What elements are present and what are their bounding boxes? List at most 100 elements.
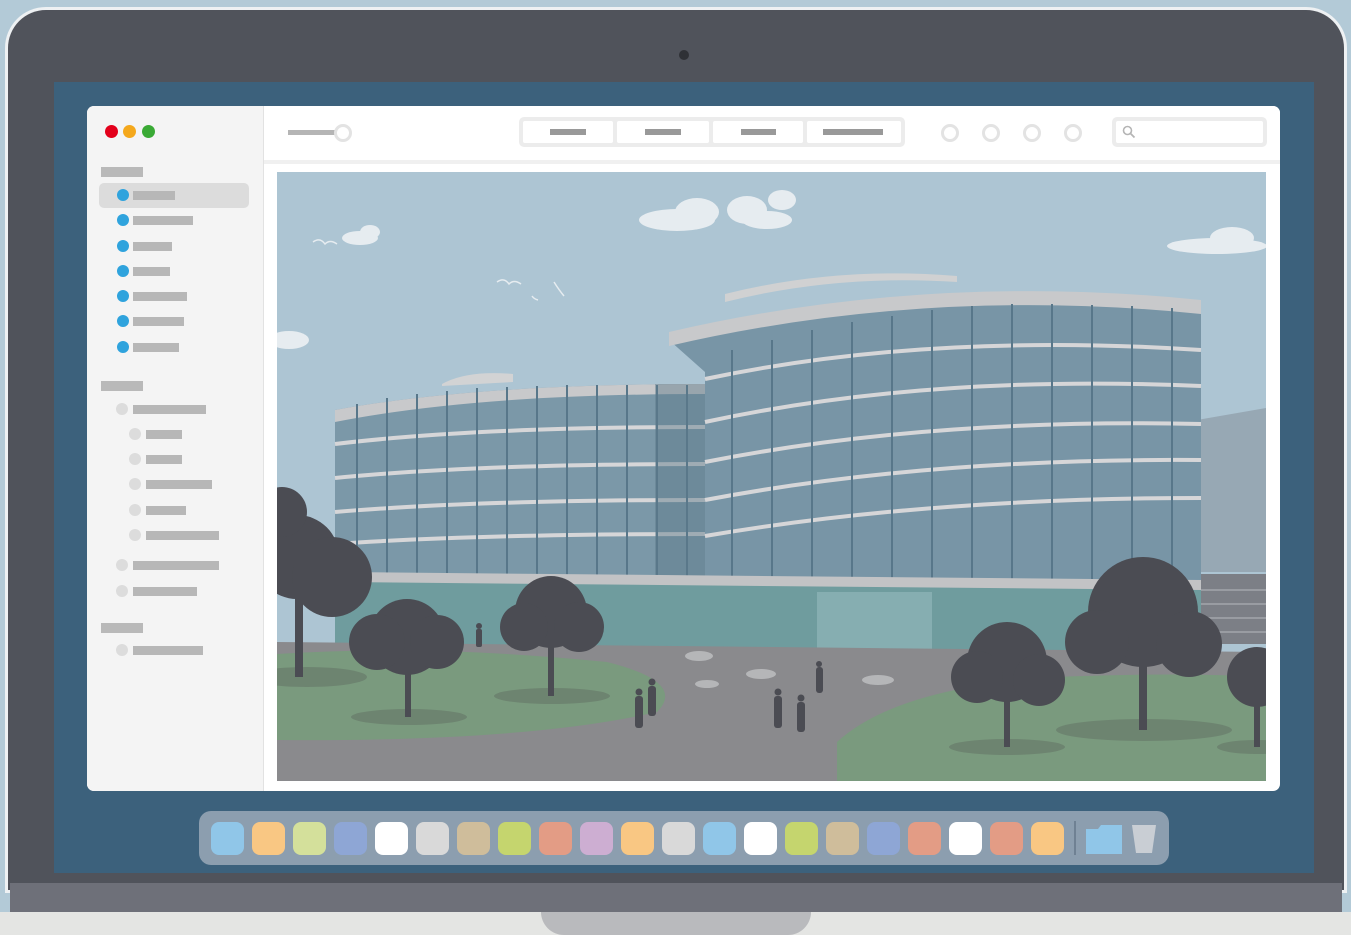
search-field[interactable] <box>1112 117 1267 147</box>
sidebar-item-label <box>146 455 182 464</box>
search-icon <box>1122 125 1136 139</box>
view-segment[interactable] <box>807 121 901 143</box>
dock-app-icon[interactable] <box>949 822 982 855</box>
dock-app-icon[interactable] <box>703 822 736 855</box>
folder-dot-icon <box>117 315 129 327</box>
dock-app-icon[interactable] <box>580 822 613 855</box>
sidebar-item[interactable] <box>99 183 249 208</box>
folder-dot-icon <box>117 341 129 353</box>
sidebar-item-label <box>133 343 179 352</box>
dock-app-icon[interactable] <box>990 822 1023 855</box>
laptop-base <box>10 883 1342 915</box>
view-segment-label <box>645 129 681 135</box>
view-segment[interactable] <box>713 121 803 143</box>
sidebar-item[interactable] <box>99 259 249 284</box>
dock-app-icon[interactable] <box>867 822 900 855</box>
sidebar-item-label <box>133 317 184 326</box>
view-segment-label <box>741 129 776 135</box>
folder-dot-icon <box>129 529 141 541</box>
dock-app-icon[interactable] <box>908 822 941 855</box>
toolbar-round-button[interactable] <box>941 124 959 142</box>
search-input[interactable] <box>1116 121 1263 143</box>
close-button[interactable] <box>105 125 118 138</box>
dock-separator <box>1074 821 1076 855</box>
folder-dot-icon <box>117 189 129 201</box>
toolbar <box>264 106 1280 164</box>
sidebar-item[interactable] <box>99 498 249 523</box>
sidebar-item[interactable] <box>99 335 249 360</box>
view-segment-label <box>823 129 883 135</box>
sidebar-item-label <box>133 561 219 570</box>
toolbar-round-button[interactable] <box>1064 124 1082 142</box>
sidebar-item-label <box>133 216 193 225</box>
sidebar-item[interactable] <box>99 447 249 472</box>
sidebar-section-heading <box>101 381 143 391</box>
dock-app-icon[interactable] <box>293 822 326 855</box>
app-window <box>87 106 1280 791</box>
dock-app-icon[interactable] <box>1031 822 1064 855</box>
sidebar-item-label <box>133 267 170 276</box>
dock-app-icon[interactable] <box>621 822 654 855</box>
folder-dot-icon <box>117 265 129 277</box>
minimize-button[interactable] <box>123 125 136 138</box>
sidebar-item[interactable] <box>99 523 249 548</box>
zoom-slider-track[interactable] <box>288 130 338 135</box>
zoom-button[interactable] <box>142 125 155 138</box>
sidebar-item[interactable] <box>99 284 249 309</box>
dock-app-icon[interactable] <box>539 822 572 855</box>
toolbar-round-button[interactable] <box>1023 124 1041 142</box>
camera <box>679 50 689 60</box>
folder-dot-icon <box>117 290 129 302</box>
folder-dot-icon <box>117 214 129 226</box>
dock-app-icon[interactable] <box>744 822 777 855</box>
sidebar-item-label <box>146 506 186 515</box>
folder-dot-icon <box>116 585 128 597</box>
view-segmented-control <box>519 117 905 147</box>
dock-app-icon[interactable] <box>826 822 859 855</box>
sidebar-item-label <box>133 405 206 414</box>
dock-app-icon[interactable] <box>785 822 818 855</box>
trash-icon[interactable] <box>1131 823 1157 855</box>
sidebar <box>87 106 264 791</box>
sidebar-item-label <box>146 531 219 540</box>
folder-icon[interactable] <box>1084 823 1124 856</box>
sidebar-item[interactable] <box>99 309 249 334</box>
dock-app-icon[interactable] <box>252 822 285 855</box>
view-segment[interactable] <box>617 121 709 143</box>
toolbar-round-button[interactable] <box>982 124 1000 142</box>
folder-dot-icon <box>129 428 141 440</box>
screen <box>54 82 1314 873</box>
folder-dot-icon <box>129 453 141 465</box>
sidebar-item[interactable] <box>99 397 249 422</box>
dock-app-icon[interactable] <box>211 822 244 855</box>
laptop-notch <box>541 912 811 935</box>
dock-app-icon[interactable] <box>498 822 531 855</box>
sidebar-item[interactable] <box>99 638 249 663</box>
sidebar-item[interactable] <box>99 472 249 497</box>
sidebar-item-label <box>133 646 203 655</box>
folder-dot-icon <box>116 644 128 656</box>
dock-app-icon[interactable] <box>457 822 490 855</box>
sidebar-item-label <box>133 587 197 596</box>
image-preview <box>277 172 1266 781</box>
dock-app-icon[interactable] <box>375 822 408 855</box>
dock-app-icon[interactable] <box>334 822 367 855</box>
dock <box>199 811 1169 865</box>
dock-app-icon[interactable] <box>416 822 449 855</box>
folder-dot-icon <box>129 478 141 490</box>
sidebar-item[interactable] <box>99 422 249 447</box>
laptop-bezel <box>8 10 1344 890</box>
sidebar-item-label <box>133 292 187 301</box>
office-building-illustration <box>277 172 1266 781</box>
sidebar-item[interactable] <box>99 208 249 233</box>
sidebar-item[interactable] <box>99 553 249 578</box>
sidebar-item[interactable] <box>99 234 249 259</box>
zoom-slider-knob[interactable] <box>334 124 352 142</box>
folder-dot-icon <box>129 504 141 516</box>
sidebar-section-heading <box>101 623 143 633</box>
view-segment[interactable] <box>523 121 613 143</box>
sidebar-section-heading <box>101 167 143 177</box>
dock-app-icon[interactable] <box>662 822 695 855</box>
sidebar-item-label <box>133 191 175 200</box>
sidebar-item[interactable] <box>99 579 249 604</box>
